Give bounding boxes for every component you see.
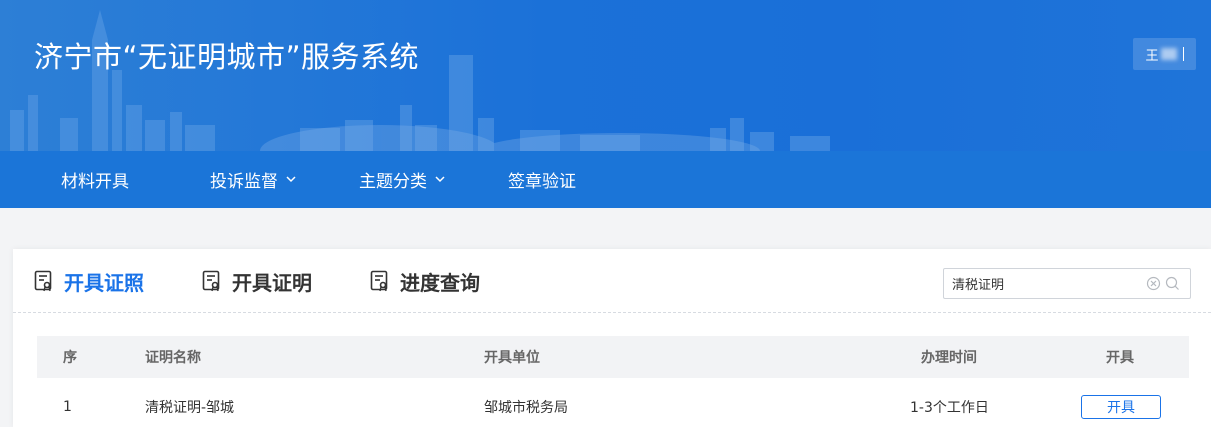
certificate-icon <box>34 270 52 292</box>
nav-item-label: 签章验证 <box>508 172 576 192</box>
site-title: 济宁市“无证明城市”服务系统 <box>34 40 420 74</box>
nav-item-signature-verify[interactable]: 签章验证 <box>508 151 576 208</box>
column-header-name: 证明名称 <box>145 350 201 366</box>
issue-button[interactable]: 开具 <box>1081 395 1161 419</box>
nav-item-label: 投诉监督 <box>210 172 278 192</box>
tab-issue-certificate[interactable]: 开具证明 <box>202 265 312 297</box>
tab-bar: 开具证照 开具证明 进度查询 <box>13 249 1211 313</box>
chevron-down-icon <box>286 176 296 183</box>
table-row: 1 清税证明-邹城 邹城市税务局 1-3个工作日 开具 <box>37 387 1189 427</box>
certificate-icon <box>202 270 220 292</box>
site-header: 济宁市“无证明城市”服务系统 王 <box>0 0 1211 151</box>
search-icon[interactable] <box>1165 276 1180 291</box>
nav-item-label: 材料开具 <box>61 172 129 192</box>
user-menu-divider <box>1182 47 1184 61</box>
tab-issue-license[interactable]: 开具证照 <box>34 265 144 297</box>
certificate-icon <box>370 270 388 292</box>
search-input[interactable] <box>944 269 1140 298</box>
chevron-down-icon <box>435 176 445 183</box>
nav-item-complaint[interactable]: 投诉监督 <box>210 151 296 208</box>
tab-label: 开具证明 <box>232 270 312 295</box>
table-header: 序 证明名称 开具单位 办理时间 开具 <box>37 336 1189 378</box>
column-header-index: 序 <box>63 350 77 366</box>
nav-item-material-issue[interactable]: 材料开具 <box>61 151 129 208</box>
clear-icon[interactable] <box>1146 276 1161 291</box>
row-processing-time: 1-3个工作日 <box>910 400 989 416</box>
service-card: 开具证照 开具证明 进度查询 清税证明 序 证明名称 开具单位 办理时间 开具 … <box>13 249 1211 427</box>
tab-label: 开具证照 <box>64 270 144 295</box>
user-menu[interactable]: 王 <box>1133 38 1196 70</box>
row-index: 1 <box>63 399 72 415</box>
user-name-redacted <box>1160 48 1177 60</box>
column-header-action: 开具 <box>1106 350 1134 366</box>
column-header-unit: 开具单位 <box>484 350 540 366</box>
row-issuing-unit: 邹城市税务局 <box>484 400 568 416</box>
tab-label: 进度查询 <box>400 270 480 295</box>
nav-item-topic-category[interactable]: 主题分类 <box>359 151 445 208</box>
user-name: 王 <box>1145 48 1159 64</box>
main-nav: 材料开具 投诉监督 主题分类 签章验证 <box>0 151 1211 208</box>
row-certificate-name: 清税证明-邹城 <box>145 400 235 416</box>
nav-item-label: 主题分类 <box>359 172 427 192</box>
tab-progress-query[interactable]: 进度查询 <box>370 265 480 297</box>
column-header-time: 办理时间 <box>921 350 977 366</box>
search-box <box>943 268 1191 299</box>
